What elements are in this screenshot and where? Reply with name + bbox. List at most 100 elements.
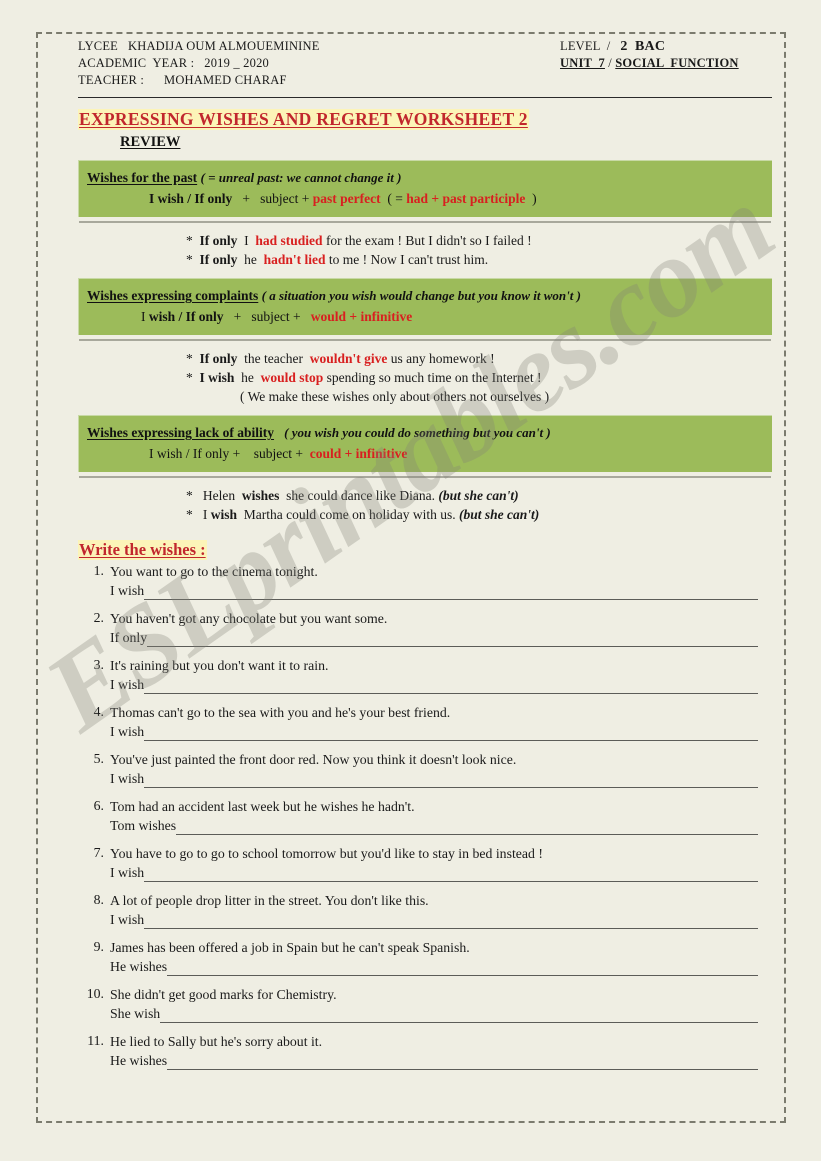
header-right-block: LEVEL / 2 BAC UNIT 7 / SOCIAL FUNCTION (560, 38, 739, 72)
example-bold: If only (199, 233, 238, 248)
example-line: * Helen wishes she could dance like Dian… (186, 486, 772, 505)
item-prompt: You want to go to the cinema tonight. (110, 564, 318, 579)
example-rest: to me ! Now I can't trust him. (328, 252, 489, 267)
unit-row: UNIT 7 / SOCIAL FUNCTION (560, 55, 739, 72)
answer-lead-in: She wish (110, 1006, 161, 1021)
formula-red-2a: would + infinitive (310, 309, 413, 324)
list-item: 9. James has been offered a job in Spain… (78, 939, 772, 976)
worksheet-page: LYCEE KHADIJA OUM ALMOUEMININE ACADEMIC … (36, 32, 786, 1123)
list-item: 7. You have to go to go to school tomorr… (78, 845, 772, 882)
answer-blank-line[interactable] (144, 585, 758, 600)
school-name: LYCEE KHADIJA OUM ALMOUEMININE (78, 39, 320, 53)
answer-row: I wish (110, 911, 772, 929)
answer-blank-line[interactable] (144, 867, 758, 882)
teacher-label: TEACHER : (78, 73, 145, 87)
item-prompt: You've just painted the front door red. … (110, 752, 517, 767)
example-highlight: hadn't lied (263, 252, 326, 267)
formula-close-1: ) (532, 191, 537, 206)
answer-lead-in: I wish (110, 724, 145, 739)
item-number: 6. (93, 798, 104, 813)
answer-lead-in: I wish (110, 677, 145, 692)
example-subject: he (244, 252, 257, 267)
rule-box-1-heading: Wishes for the past ( = unreal past: we … (87, 170, 762, 186)
answer-row: He wishes (110, 958, 772, 976)
header-left-block: LYCEE KHADIJA OUM ALMOUEMININE ACADEMIC … (78, 38, 320, 89)
review-heading: REVIEW (120, 134, 181, 150)
formula-pre-3: I wish / If only + (149, 446, 241, 461)
answer-lead-in: I wish (110, 583, 145, 598)
example-subject: I (244, 233, 249, 248)
list-item: 2. You haven't got any chocolate but you… (78, 610, 772, 647)
worksheet-title: EXPRESSING WISHES AND REGRET WORKSHEET 2 (78, 109, 529, 130)
item-number: 5. (93, 751, 104, 766)
rule-paren-2: ( a situation you wish would change but … (261, 288, 581, 303)
item-prompt: You haven't got any chocolate but you wa… (110, 611, 388, 626)
answer-row: I wish (110, 864, 772, 882)
example-star: * (186, 507, 193, 522)
example-line: * If only he hadn't lied to me ! Now I c… (186, 250, 772, 269)
example-bold: wish (210, 507, 238, 522)
answer-lead-in: If only (110, 630, 148, 645)
item-number: 11. (87, 1033, 104, 1048)
rule-box-3-heading: Wishes expressing lack of ability ( you … (87, 425, 762, 441)
list-item: 5. You've just painted the front door re… (78, 751, 772, 788)
answer-blank-line[interactable] (167, 961, 758, 976)
rule-box-wishes-ability: Wishes expressing lack of ability ( you … (78, 415, 772, 472)
list-item: 8. A lot of people drop litter in the st… (78, 892, 772, 929)
rule-term-2: Wishes expressing complaints (87, 288, 259, 303)
rule-box-wishes-past: Wishes for the past ( = unreal past: we … (78, 160, 772, 217)
answer-row: He wishes (110, 1052, 772, 1070)
answer-lead-in: Tom wishes (110, 818, 177, 833)
answer-row: I wish (110, 582, 772, 600)
example-italic: (but she can't) (438, 488, 519, 503)
example-highlight: had studied (255, 233, 323, 248)
example-subject: the teacher (244, 351, 303, 366)
answer-lead-in: I wish (110, 771, 145, 786)
answer-blank-line[interactable] (167, 1055, 758, 1070)
item-number: 7. (93, 845, 104, 860)
formula-pre-2: I wish / If only (141, 309, 224, 324)
example-rest: for the exam ! But I didn't so I failed … (325, 233, 532, 248)
example-rest: spending so much time on the Internet ! (326, 370, 542, 385)
answer-blank-line[interactable] (144, 914, 758, 929)
answer-blank-line[interactable] (147, 632, 758, 647)
answer-blank-line[interactable] (160, 1008, 758, 1023)
formula-red-1a: past perfect (312, 191, 381, 206)
example-highlight: would stop (260, 370, 324, 385)
rule-formula-1: I wish / If only + subject + past perfec… (87, 191, 762, 207)
document-header: LYCEE KHADIJA OUM ALMOUEMININE ACADEMIC … (78, 38, 772, 94)
examples-block-1: * If only I had studied for the exam ! B… (78, 231, 772, 269)
example-note-2: ( We make these wishes only about others… (240, 389, 550, 404)
example-line: * I wish Martha could come on holiday wi… (186, 505, 772, 524)
item-number: 1. (93, 563, 104, 578)
answer-row: I wish (110, 770, 772, 788)
answer-blank-line[interactable] (144, 726, 758, 741)
example-star: * (186, 370, 193, 385)
unit-label: UNIT 7 (560, 56, 605, 70)
example-subject: he (241, 370, 254, 385)
answer-blank-line[interactable] (144, 773, 758, 788)
item-prompt: Thomas can't go to the sea with you and … (110, 705, 451, 720)
example-star: * (186, 252, 193, 267)
answer-blank-line[interactable] (144, 679, 758, 694)
example-bold: If only (199, 351, 238, 366)
example-bold: I wish (199, 370, 235, 385)
level-row: LEVEL / 2 BAC (560, 38, 739, 55)
formula-plus-1: + (242, 191, 251, 206)
example-highlight: wouldn't give (309, 351, 388, 366)
example-line: * If only the teacher wouldn't give us a… (186, 349, 772, 368)
formula-red-1b: had + past participle (406, 191, 526, 206)
answer-lead-in: I wish (110, 912, 145, 927)
rule-term-1: Wishes for the past (87, 170, 198, 185)
list-item: 10. She didn't get good marks for Chemis… (78, 986, 772, 1023)
example-line: * If only I had studied for the exam ! B… (186, 231, 772, 250)
formula-red-3a: could + infinitive (309, 446, 408, 461)
unit-value: SOCIAL FUNCTION (615, 56, 739, 70)
answer-blank-line[interactable] (176, 820, 758, 835)
item-number: 4. (93, 704, 104, 719)
formula-subject-2: subject + (251, 309, 301, 324)
academic-year-label: ACADEMIC YEAR : (78, 56, 195, 70)
teacher-row: TEACHER : MOHAMED CHARAF (78, 72, 320, 89)
list-item: 6. Tom had an accident last week but he … (78, 798, 772, 835)
answer-row: Tom wishes (110, 817, 772, 835)
